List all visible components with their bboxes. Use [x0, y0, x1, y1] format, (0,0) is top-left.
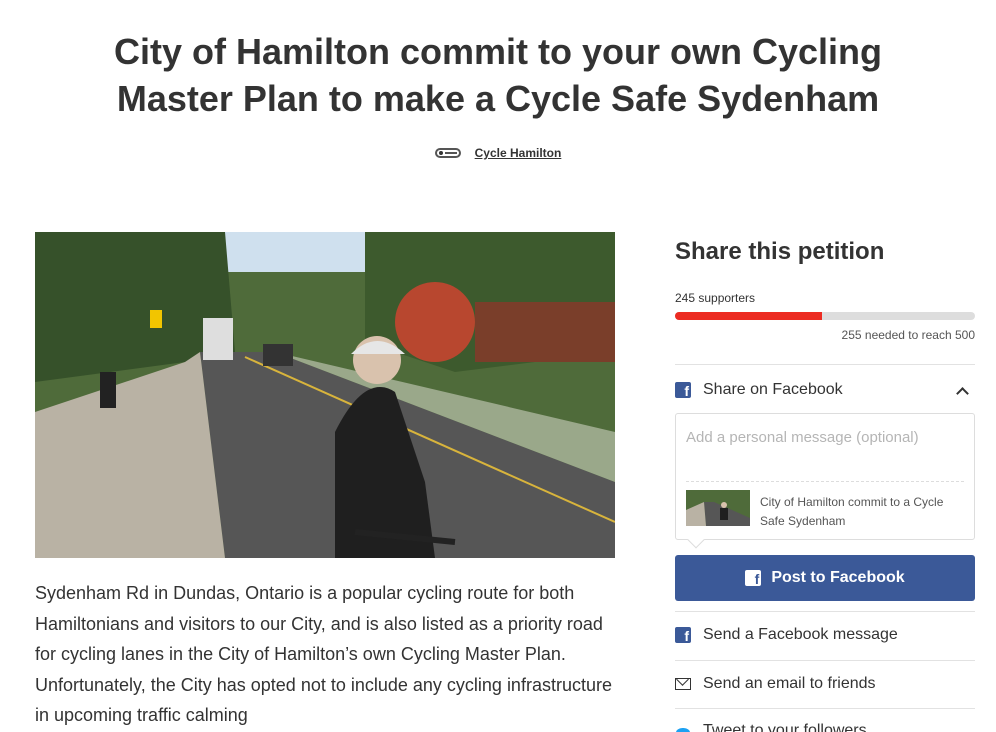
divider [675, 611, 975, 612]
compose-divider [686, 481, 964, 482]
email-label: Send an email to friends [703, 675, 876, 692]
divider [675, 660, 975, 661]
tweet-followers[interactable]: Tweet to your followers [675, 719, 975, 732]
post-to-facebook-button[interactable]: f Post to Facebook [675, 555, 975, 601]
mail-icon [675, 678, 691, 690]
preview-thumbnail [686, 490, 750, 526]
facebook-icon: f [675, 382, 691, 398]
share-facebook-toggle[interactable]: f Share on Facebook [675, 378, 975, 402]
progress-bar [675, 312, 975, 320]
facebook-icon: f [675, 627, 691, 643]
supporter-count: 245 supporters [675, 291, 756, 305]
share-facebook-label: Share on Facebook [703, 381, 843, 398]
petition-body: Sydenham Rd in Dundas, Ontario is a popu… [35, 583, 612, 725]
divider [675, 708, 975, 709]
preview-title: City of Hamilton commit to a Cycle Safe … [760, 495, 944, 528]
compose-tail [687, 531, 705, 549]
supporters-needed: 255 needed to reach 500 [841, 328, 975, 342]
tweet-label: Tweet to your followers [703, 722, 867, 732]
cycle-hamilton-logo-icon [434, 148, 461, 158]
chevron-up-icon[interactable] [956, 386, 969, 400]
petition-author: Cycle Hamilton [0, 146, 996, 160]
author-link[interactable]: Cycle Hamilton [475, 146, 562, 160]
progress-bar-fill [675, 312, 822, 320]
twitter-icon [675, 725, 691, 732]
post-button-label: Post to Facebook [771, 569, 905, 586]
personal-message-input[interactable] [686, 429, 964, 446]
divider [675, 364, 975, 365]
facebook-compose-box: City of Hamilton commit to a Cycle Safe … [675, 413, 975, 549]
send-facebook-message[interactable]: f Send a Facebook message [675, 623, 975, 647]
share-title: Share this petition [675, 238, 885, 265]
petition-photo [35, 232, 615, 558]
fb-message-label: Send a Facebook message [703, 626, 898, 643]
petition-title: City of Hamilton commit to your own Cycl… [113, 31, 883, 119]
send-email[interactable]: Send an email to friends [675, 672, 975, 696]
facebook-icon: f [745, 570, 762, 586]
